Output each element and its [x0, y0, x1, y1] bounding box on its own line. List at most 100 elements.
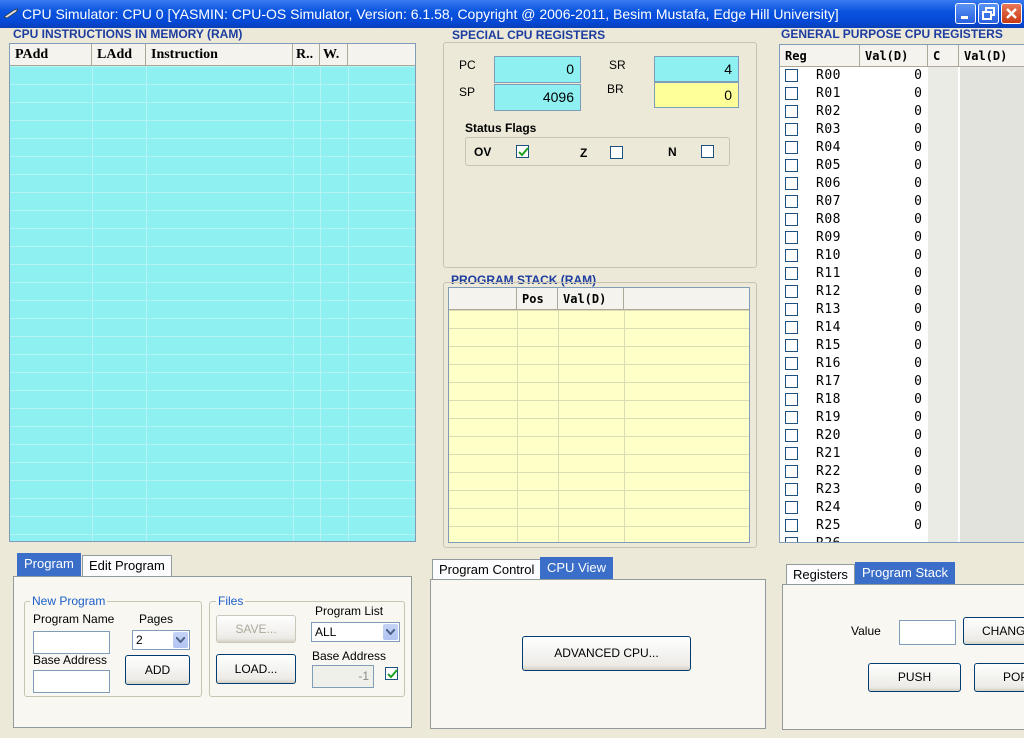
register-row[interactable]: R17 0 [780, 373, 1024, 391]
register-select-checkbox[interactable] [785, 177, 798, 190]
pages-select[interactable]: 2 [132, 630, 190, 650]
program-stack-table[interactable]: Pos Val(D) [448, 287, 750, 543]
register-select-checkbox[interactable] [785, 357, 798, 370]
register-row[interactable]: R11 0 [780, 265, 1024, 283]
tab-registers[interactable]: Registers [786, 564, 855, 586]
register-select-checkbox[interactable] [785, 429, 798, 442]
col-ladd[interactable]: LAdd [92, 44, 146, 65]
register-row[interactable]: R14 0 [780, 319, 1024, 337]
register-value[interactable]: 0 [864, 392, 922, 407]
register-value[interactable]: 0 [864, 320, 922, 335]
register-select-checkbox[interactable] [785, 501, 798, 514]
register-value[interactable]: 0 [864, 428, 922, 443]
files-base-address-input[interactable]: -1 [312, 665, 374, 688]
register-select-checkbox[interactable] [785, 69, 798, 82]
register-select-checkbox[interactable] [785, 411, 798, 424]
stack-col-val[interactable]: Val(D) [558, 288, 624, 309]
save-button[interactable]: SAVE... [216, 615, 296, 643]
add-button[interactable]: ADD [125, 655, 190, 685]
push-button[interactable]: PUSH [868, 663, 961, 692]
register-select-checkbox[interactable] [785, 267, 798, 280]
change-button[interactable]: CHANGE [963, 617, 1024, 645]
register-value[interactable]: 0 [864, 140, 922, 155]
register-value[interactable]: 0 [864, 194, 922, 209]
register-row[interactable]: R09 0 [780, 229, 1024, 247]
register-row[interactable]: R02 0 [780, 103, 1024, 121]
register-select-checkbox[interactable] [785, 141, 798, 154]
stack-col-blank[interactable] [449, 288, 517, 309]
register-select-checkbox[interactable] [785, 321, 798, 334]
reg-col-c[interactable]: C [928, 45, 959, 66]
register-select-checkbox[interactable] [785, 303, 798, 316]
close-button[interactable] [1001, 3, 1022, 24]
register-row[interactable]: R26 [780, 535, 1024, 542]
register-select-checkbox[interactable] [785, 393, 798, 406]
program-list-select[interactable]: ALL [311, 622, 400, 642]
register-row[interactable]: R25 0 [780, 517, 1024, 535]
register-select-checkbox[interactable] [785, 465, 798, 478]
register-row[interactable]: R12 0 [780, 283, 1024, 301]
register-row[interactable]: R05 0 [780, 157, 1024, 175]
register-value[interactable]: 0 [864, 104, 922, 119]
register-row[interactable]: R19 0 [780, 409, 1024, 427]
sr-value[interactable]: 4 [654, 56, 739, 82]
register-value[interactable]: 0 [864, 356, 922, 371]
register-select-checkbox[interactable] [785, 87, 798, 100]
register-value[interactable]: 0 [864, 464, 922, 479]
register-value[interactable]: 0 [864, 68, 922, 83]
value-input[interactable] [899, 620, 956, 645]
register-select-checkbox[interactable] [785, 375, 798, 388]
minimize-button[interactable] [955, 3, 976, 24]
col-instruction[interactable]: Instruction [146, 44, 293, 65]
stack-col-pos[interactable]: Pos [517, 288, 558, 309]
register-value[interactable]: 0 [864, 266, 922, 281]
register-row[interactable]: R23 0 [780, 481, 1024, 499]
register-value[interactable]: 0 [864, 212, 922, 227]
register-value[interactable]: 0 [864, 446, 922, 461]
register-row[interactable]: R24 0 [780, 499, 1024, 517]
register-row[interactable]: R03 0 [780, 121, 1024, 139]
register-select-checkbox[interactable] [785, 483, 798, 496]
register-value[interactable]: 0 [864, 284, 922, 299]
tab-program-control[interactable]: Program Control [432, 559, 542, 581]
register-value[interactable]: 0 [864, 482, 922, 497]
register-select-checkbox[interactable] [785, 447, 798, 460]
register-row[interactable]: R04 0 [780, 139, 1024, 157]
register-row[interactable]: R13 0 [780, 301, 1024, 319]
reg-col-val[interactable]: Val(D) [860, 45, 928, 66]
tab-program[interactable]: Program [17, 553, 81, 576]
register-value[interactable]: 0 [864, 230, 922, 245]
register-value[interactable]: 0 [864, 410, 922, 425]
register-value[interactable]: 0 [864, 86, 922, 101]
tab-cpu-view[interactable]: CPU View [540, 557, 614, 581]
register-row[interactable]: R07 0 [780, 193, 1024, 211]
base-address-input[interactable] [33, 670, 110, 693]
restore-button[interactable] [978, 3, 999, 24]
register-row[interactable]: R00 0 [780, 67, 1024, 85]
register-row[interactable]: R18 0 [780, 391, 1024, 409]
register-select-checkbox[interactable] [785, 519, 798, 532]
register-row[interactable]: R01 0 [780, 85, 1024, 103]
register-select-checkbox[interactable] [785, 213, 798, 226]
flag-z-checkbox[interactable] [610, 146, 623, 159]
flag-ov-checkbox[interactable] [516, 145, 529, 158]
register-value[interactable]: 0 [864, 176, 922, 191]
register-select-checkbox[interactable] [785, 123, 798, 136]
register-row[interactable]: R10 0 [780, 247, 1024, 265]
files-base-address-checkbox[interactable] [385, 667, 398, 680]
register-row[interactable]: R16 0 [780, 355, 1024, 373]
chevron-down-icon[interactable] [173, 632, 188, 648]
pc-value[interactable]: 0 [494, 56, 581, 83]
register-select-checkbox[interactable] [785, 249, 798, 262]
register-value[interactable]: 0 [864, 302, 922, 317]
register-select-checkbox[interactable] [785, 159, 798, 172]
register-value[interactable]: 0 [864, 338, 922, 353]
chevron-down-icon[interactable] [383, 624, 398, 640]
tab-program-stack[interactable]: Program Stack [855, 562, 955, 586]
register-select-checkbox[interactable] [785, 105, 798, 118]
register-value[interactable]: 0 [864, 374, 922, 389]
register-value[interactable]: 0 [864, 122, 922, 137]
col-read[interactable]: R.. [293, 44, 320, 65]
col-write[interactable]: W. [320, 44, 348, 65]
register-value[interactable]: 0 [864, 158, 922, 173]
